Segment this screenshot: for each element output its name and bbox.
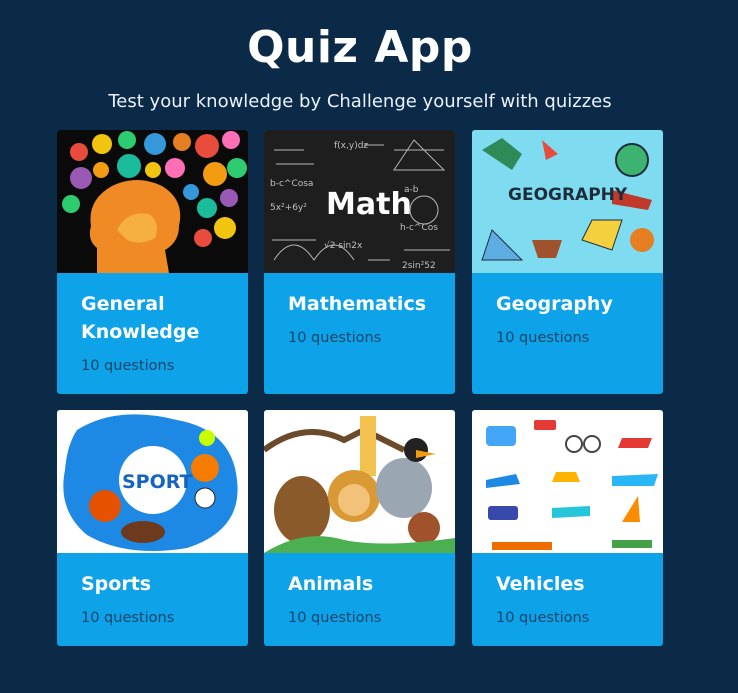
sports-balls-image: SPORT <box>57 410 248 553</box>
svg-text:Math: Math <box>326 187 412 222</box>
question-count: 10 questions <box>81 610 175 626</box>
category-card-vehicles[interactable]: Vehicles 10 questions <box>472 410 663 646</box>
svg-text:b-c^Cosa: b-c^Cosa <box>270 179 313 189</box>
category-card-mathematics[interactable]: f(x,y)dz b-c^Cosa 5x²+6y² a-b h-c^Cos √2… <box>264 130 455 394</box>
svg-text:h-c^Cos: h-c^Cos <box>400 223 438 233</box>
geography-doodles-image: GEOGRAPHY <box>472 130 663 273</box>
category-name: General Knowledge <box>81 293 200 343</box>
category-card-geography[interactable]: GEOGRAPHY Geography 10 questions <box>472 130 663 394</box>
question-count: 10 questions <box>496 610 590 626</box>
category-card-sports[interactable]: SPORT Sports 10 questions <box>57 410 248 646</box>
category-card-animals[interactable]: Animals 10 questions <box>264 410 455 646</box>
question-count: 10 questions <box>496 330 590 346</box>
math-chalkboard-image: f(x,y)dz b-c^Cosa 5x²+6y² a-b h-c^Cos √2… <box>264 130 455 273</box>
category-name: Animals <box>288 573 374 595</box>
app-title: Quiz App <box>247 22 473 73</box>
question-count: 10 questions <box>288 330 382 346</box>
vehicle-stickers-image <box>472 410 663 553</box>
question-count: 10 questions <box>288 610 382 626</box>
svg-text:2sin²52: 2sin²52 <box>402 261 436 271</box>
svg-text:f(x,y)dz: f(x,y)dz <box>334 141 368 151</box>
svg-text:SPORT: SPORT <box>122 471 193 493</box>
category-name: Geography <box>496 293 613 315</box>
app-subtitle: Test your knowledge by Challenge yoursel… <box>108 91 612 112</box>
category-name: Sports <box>81 573 152 595</box>
category-card-general-knowledge[interactable]: General Knowledge 10 questions <box>57 130 248 394</box>
svg-text:5x²+6y²: 5x²+6y² <box>270 203 307 213</box>
category-name: Vehicles <box>496 573 585 595</box>
svg-text:√2 sin2x: √2 sin2x <box>324 240 363 251</box>
brain-illustration-image <box>57 130 248 273</box>
question-count: 10 questions <box>81 358 175 374</box>
category-name: Mathematics <box>288 293 427 315</box>
cartoon-animals-image <box>264 410 455 553</box>
svg-text:GEOGRAPHY: GEOGRAPHY <box>508 185 628 205</box>
